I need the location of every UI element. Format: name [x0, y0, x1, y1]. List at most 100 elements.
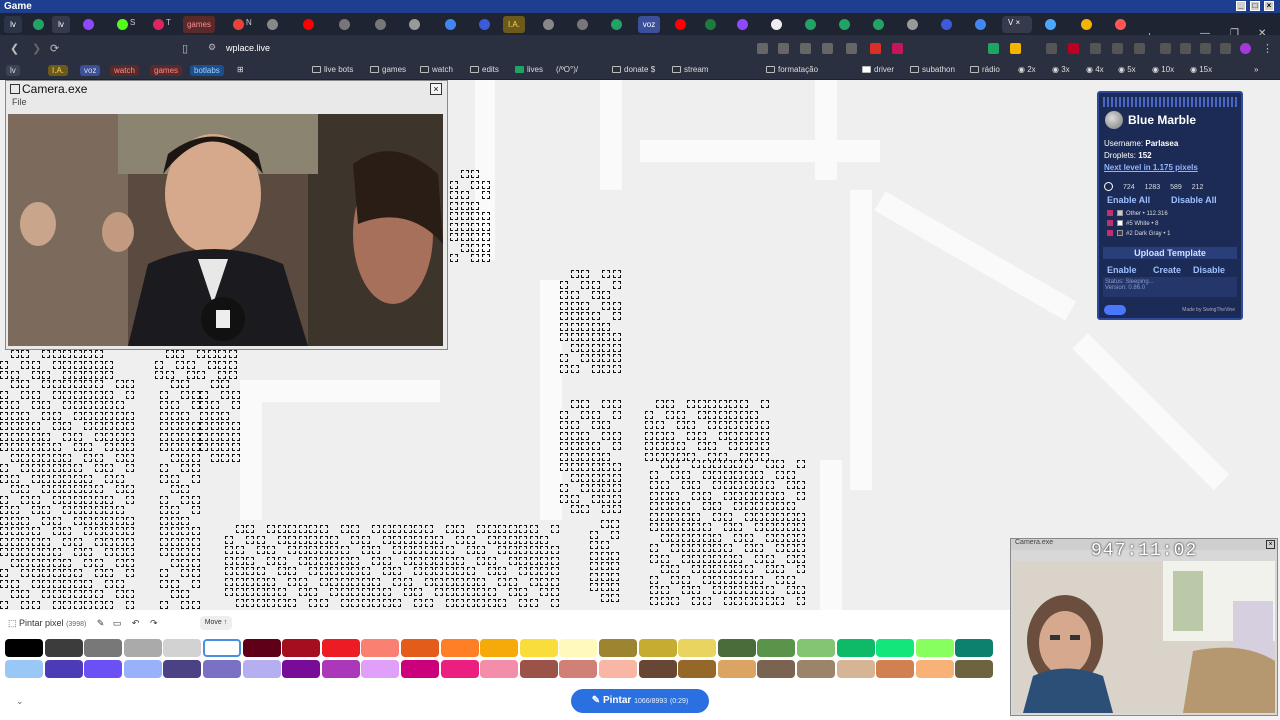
color-swatch[interactable] — [599, 660, 637, 678]
color-swatch[interactable] — [440, 660, 479, 678]
bookmark-lives[interactable]: lives — [515, 65, 543, 74]
avatar[interactable] — [1240, 43, 1251, 54]
bookmark-4x[interactable]: ◉ 4x — [1086, 65, 1104, 74]
coord-ty[interactable]: 1283 — [1145, 184, 1161, 191]
extension-green-icon[interactable] — [988, 43, 999, 54]
color-swatch[interactable] — [915, 639, 954, 657]
color-swatch[interactable] — [519, 660, 558, 678]
tab-f[interactable] — [474, 16, 498, 33]
bookmark-3x[interactable]: ◉ 3x — [1052, 65, 1070, 74]
tab-d[interactable] — [404, 16, 428, 33]
grid-icon[interactable]: ⊞ — [237, 65, 244, 74]
color-swatch[interactable] — [519, 639, 558, 657]
color-swatch[interactable] — [242, 660, 281, 678]
tab-m[interactable] — [766, 16, 790, 33]
coord-tx[interactable]: 724 — [1123, 184, 1135, 191]
color-swatch[interactable] — [5, 639, 43, 657]
back-icon[interactable]: ❮ — [10, 42, 19, 55]
color-swatch[interactable] — [321, 639, 360, 657]
color-swatch[interactable] — [678, 660, 717, 678]
more-bookmarks-icon[interactable]: » — [1254, 65, 1258, 74]
tab-j[interactable] — [670, 16, 694, 33]
bookmark-donate[interactable]: donate $ — [612, 65, 655, 74]
bookmark-games[interactable]: games — [150, 65, 183, 76]
tab-lv[interactable]: lv — [4, 16, 22, 33]
tab-a[interactable] — [262, 16, 286, 33]
color-swatch[interactable] — [361, 660, 400, 678]
color-swatch[interactable] — [163, 660, 202, 678]
tab-current[interactable]: V × — [1002, 16, 1032, 33]
tab-t2[interactable] — [1040, 16, 1064, 33]
bookmark-botlabs[interactable]: botlabs — [190, 65, 224, 76]
tab-sheets[interactable] — [28, 16, 52, 33]
pencil-icon[interactable]: ✎ — [97, 618, 105, 628]
coord-py[interactable]: 212 — [1192, 184, 1204, 191]
brave-icon[interactable] — [870, 43, 881, 54]
pintar-button[interactable]: ✎ Pintar 1066/8993 (0:29) — [571, 689, 709, 713]
bookmark-10x[interactable]: ◉ 10x — [1152, 65, 1174, 74]
bookmark-formatacao[interactable]: formatação — [766, 65, 818, 74]
menu-icon[interactable]: ⋮ — [1262, 42, 1273, 55]
collapse-icon[interactable]: ⌄ — [16, 696, 24, 707]
redo-icon[interactable]: ↷ — [150, 618, 158, 628]
zoom-icon[interactable] — [800, 43, 811, 54]
color-swatch[interactable] — [203, 660, 241, 678]
bookmark-voz[interactable]: voz — [80, 65, 101, 76]
color-swatch[interactable] — [678, 639, 717, 657]
upload-template-button[interactable]: Upload Template — [1103, 247, 1237, 259]
site-info-icon[interactable]: ⚙ — [208, 42, 216, 53]
color-swatch[interactable] — [955, 660, 994, 678]
color-swatch[interactable] — [638, 639, 677, 657]
bookmark-live-bots[interactable]: live bots — [312, 65, 353, 74]
color-swatch[interactable] — [559, 639, 598, 657]
share-icon[interactable] — [846, 43, 857, 54]
color-swatch[interactable] — [599, 639, 637, 657]
color-swatch[interactable] — [282, 660, 321, 678]
extension-icon[interactable] — [1134, 43, 1145, 54]
extensions-puzzle-icon[interactable] — [1200, 43, 1211, 54]
bookmark-ia[interactable]: I.A. — [48, 65, 69, 76]
tab-g[interactable] — [538, 16, 562, 33]
tab-e[interactable] — [440, 16, 464, 33]
coord-px[interactable]: 589 — [1170, 184, 1182, 191]
color-swatch[interactable] — [876, 660, 915, 678]
pin-icon[interactable] — [1104, 182, 1113, 191]
color-swatch[interactable] — [84, 639, 123, 657]
color-swatch[interactable] — [401, 660, 439, 678]
disable-button[interactable]: Disable — [1193, 265, 1225, 275]
tab-twitch[interactable] — [78, 16, 102, 33]
close-window-button[interactable]: × — [1264, 1, 1274, 11]
tab-u[interactable] — [1076, 16, 1100, 33]
tab-kick[interactable]: S — [112, 16, 136, 33]
color-swatch[interactable] — [282, 639, 321, 657]
tab-q[interactable] — [902, 16, 926, 33]
color-swatch[interactable] — [84, 660, 123, 678]
tab-b[interactable] — [334, 16, 358, 33]
color-swatch[interactable] — [480, 639, 519, 657]
eraser-icon[interactable]: ▭ — [113, 618, 122, 628]
create-button[interactable]: Create — [1153, 265, 1181, 275]
reload-icon[interactable]: ⟳ — [50, 42, 59, 55]
bookmark-2x[interactable]: ◉ 2x — [1018, 65, 1036, 74]
maximize-button[interactable]: □ — [1250, 1, 1260, 11]
bookmark-watch-folder[interactable]: watch — [420, 65, 453, 74]
bookmark-radio[interactable]: rádio — [970, 65, 1000, 74]
template-item[interactable]: #2 Dark Gray • 1 — [1107, 230, 1170, 237]
webcam-close-button[interactable]: × — [1266, 540, 1275, 549]
panel-toggle-icon[interactable] — [1104, 305, 1126, 315]
forward-icon[interactable]: ❯ — [32, 42, 41, 55]
tab-search-icon[interactable] — [1180, 43, 1191, 54]
color-swatch[interactable] — [480, 660, 519, 678]
extension-icon[interactable] — [1112, 43, 1123, 54]
enable-button[interactable]: Enable — [1107, 265, 1137, 275]
tab-ia[interactable]: I.A. — [503, 16, 525, 33]
tab-p[interactable] — [868, 16, 892, 33]
bookmark-subathon[interactable]: subathon — [910, 65, 955, 74]
color-swatch[interactable] — [203, 639, 241, 657]
translate-icon[interactable] — [778, 43, 789, 54]
bookmark-edits[interactable]: edits — [470, 65, 499, 74]
tab-c[interactable] — [370, 16, 394, 33]
move-button[interactable]: Move ↑ — [200, 616, 232, 630]
color-swatch[interactable] — [5, 660, 43, 678]
url-field[interactable]: wplace.live — [226, 43, 270, 53]
